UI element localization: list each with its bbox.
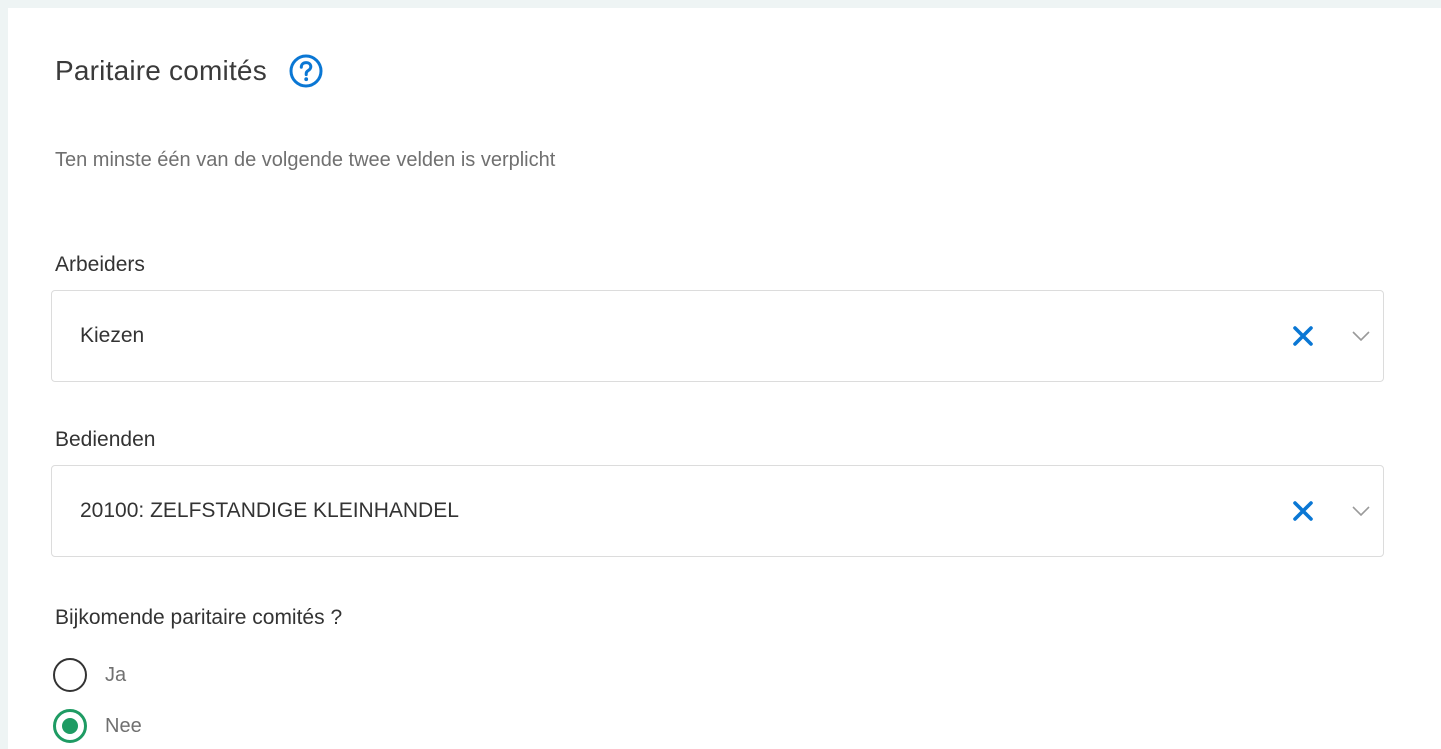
question-circle-icon[interactable]: [289, 54, 323, 88]
bedienden-select[interactable]: 20100: ZELFSTANDIGE KLEINHANDEL: [51, 465, 1384, 557]
paritaire-comites-panel: Paritaire comités Ten minste één van de …: [8, 8, 1441, 749]
clear-icon[interactable]: [1291, 324, 1315, 348]
arbeiders-select-value: Kiezen: [80, 324, 145, 347]
radio-button-unchecked[interactable]: [53, 658, 87, 692]
section-title: Paritaire comités: [55, 55, 267, 86]
additional-question: Bijkomende paritaire comités ?: [55, 606, 343, 629]
radio-nee[interactable]: Nee: [53, 709, 142, 743]
radio-button-checked[interactable]: [53, 709, 87, 743]
arbeiders-select[interactable]: Kiezen: [51, 290, 1384, 382]
chevron-down-icon[interactable]: [1351, 329, 1371, 343]
radio-ja-label: Ja: [105, 663, 127, 686]
chevron-down-icon[interactable]: [1351, 504, 1371, 518]
clear-icon[interactable]: [1291, 499, 1315, 523]
radio-dot: [62, 718, 78, 734]
radio-nee-label: Nee: [105, 714, 142, 737]
section-header: Paritaire comités: [55, 54, 323, 88]
radio-ja[interactable]: Ja: [53, 658, 126, 692]
bedienden-select-value: 20100: ZELFSTANDIGE KLEINHANDEL: [80, 499, 459, 522]
required-hint: Ten minste één van de volgende twee veld…: [55, 149, 556, 171]
bedienden-label: Bedienden: [55, 428, 156, 451]
arbeiders-label: Arbeiders: [55, 253, 145, 276]
